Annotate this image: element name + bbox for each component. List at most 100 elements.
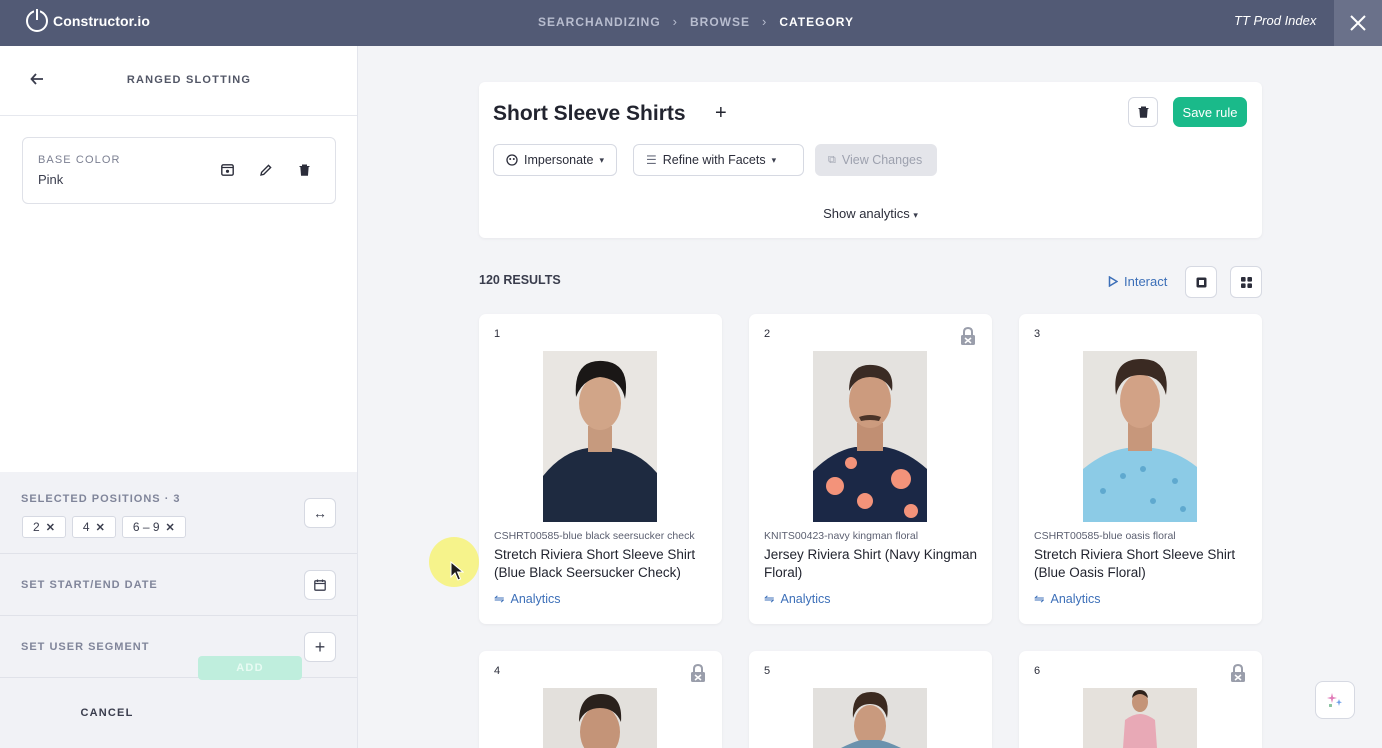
top-bar: Constructor.io SEARCHANDIZING › BROWSE ›… — [0, 0, 1382, 46]
impersonate-icon — [506, 154, 518, 166]
close-icon — [1350, 15, 1366, 31]
product-analytics-link[interactable]: ⇋ Analytics — [494, 591, 561, 607]
range-toggle-button[interactable]: ↔ — [304, 498, 336, 528]
remove-chip-icon[interactable]: ✕ — [46, 521, 55, 534]
logo-text: Constructor.io — [53, 13, 151, 29]
attribute-label: BASE COLOR — [38, 154, 121, 166]
remove-chip-icon[interactable]: ✕ — [166, 521, 175, 534]
play-icon — [1108, 276, 1118, 287]
refine-facets-label: Refine with Facets — [662, 153, 766, 167]
compact-view-button[interactable] — [1185, 266, 1217, 298]
preview-icon — [220, 164, 234, 176]
save-rule-button[interactable]: Save rule — [1173, 97, 1247, 127]
lock-icon — [961, 326, 975, 345]
compare-icon: ⧉ — [828, 153, 836, 166]
breadcrumb: SEARCHANDIZING › BROWSE › CATEGORY — [538, 14, 854, 29]
add-segment-button[interactable]: + — [304, 632, 336, 662]
grid-view-button[interactable] — [1230, 266, 1262, 298]
panel-title: RANGED SLOTTING — [126, 74, 252, 86]
power-logo-icon — [26, 9, 48, 32]
view-changes-label: View Changes — [841, 153, 923, 167]
user-segment-section: SET USER SEGMENT + — [0, 616, 357, 678]
assistant-fab-button[interactable] — [1315, 681, 1355, 719]
impersonate-label: Impersonate — [524, 153, 594, 167]
product-card[interactable]: 5 — [749, 651, 992, 748]
impersonate-dropdown[interactable]: Impersonate ▾ — [493, 144, 618, 176]
attribute-value: Pink — [38, 172, 64, 187]
view-changes-button[interactable]: ⧉ View Changes — [815, 144, 937, 176]
set-date-button[interactable] — [304, 570, 336, 600]
trash-icon — [1138, 106, 1148, 118]
product-card[interactable]: 2 KNITS00423-navy kingman floral Jersey … — [749, 314, 992, 624]
refine-facets-dropdown[interactable]: ☰ Refine with Facets ▾ — [633, 144, 804, 176]
product-card[interactable]: 3 CSHRT00585-blue oasis floral Stretch R… — [1019, 314, 1262, 624]
trash-icon — [299, 164, 309, 176]
ranged-slotting-panel: RANGED SLOTTING BASE COLOR Pink SELECTED… — [0, 46, 358, 748]
attribute-card: BASE COLOR Pink — [22, 137, 336, 204]
grid-icon — [1240, 276, 1252, 288]
logo: Constructor.io — [26, 9, 151, 32]
remove-chip-icon[interactable]: ✕ — [96, 521, 105, 534]
index-name[interactable]: TT Prod Index — [1234, 13, 1316, 28]
calendar-icon — [314, 579, 326, 591]
caret-down-icon: ▾ — [913, 210, 918, 220]
chevron-right-icon: › — [762, 14, 768, 29]
product-name: Stretch Riviera Short Sleeve Shirt (Blue… — [1034, 547, 1236, 580]
delete-rule-button[interactable] — [1128, 97, 1158, 127]
rule-card: Short Sleeve Shirts + Save rule Imperson… — [479, 82, 1262, 238]
analytics-icon: ⇋ — [764, 592, 775, 606]
chevron-down-icon: ▾ — [771, 154, 777, 165]
position-number: 5 — [764, 665, 771, 677]
product-card[interactable]: 4 — [479, 651, 722, 748]
product-sku: CSHRT00585-blue black seersucker check — [494, 530, 695, 542]
interact-button[interactable]: Interact — [1108, 274, 1167, 289]
product-analytics-link[interactable]: ⇋ Analytics — [1034, 591, 1101, 607]
selected-positions-section: SELECTED POSITIONS · 3 2 ✕ 4 ✕ 6 – 9 ✕ ↔ — [0, 472, 357, 554]
show-analytics-label: Show analytics — [823, 206, 910, 221]
show-analytics-toggle[interactable]: Show analytics ▾ — [479, 206, 1262, 221]
position-chip: 2 ✕ — [22, 516, 66, 538]
product-name: Jersey Riviera Shirt (Navy Kingman Flora… — [764, 547, 978, 580]
date-label: SET START/END DATE — [21, 579, 158, 591]
analytics-label: Analytics — [780, 591, 831, 606]
date-section: SET START/END DATE — [0, 554, 357, 616]
product-analytics-link[interactable]: ⇋ Analytics — [764, 591, 831, 607]
analytics-label: Analytics — [1050, 591, 1101, 606]
compact-view-icon — [1196, 277, 1206, 287]
breadcrumb-searchandizing[interactable]: SEARCHANDIZING — [538, 15, 661, 29]
product-card[interactable]: 1 CSHRT00585-blue black seersucker check… — [479, 314, 722, 624]
close-button[interactable] — [1334, 0, 1382, 46]
lock-icon — [691, 663, 705, 682]
sparkle-icon — [1327, 693, 1342, 707]
product-sku: KNITS00423-navy kingman floral — [764, 530, 919, 542]
product-card[interactable]: 6 — [1019, 651, 1262, 748]
position-number: 2 — [764, 328, 771, 340]
breadcrumb-browse[interactable]: BROWSE — [690, 15, 750, 29]
position-number: 6 — [1034, 665, 1041, 677]
rule-title: Short Sleeve Shirts — [493, 102, 686, 125]
product-image — [813, 351, 927, 522]
edit-button[interactable] — [256, 160, 276, 180]
selected-positions-count: 3 — [173, 493, 181, 505]
horizontal-arrows-icon: ↔ — [313, 505, 327, 521]
analytics-icon: ⇋ — [494, 592, 505, 606]
filter-icon: ☰ — [646, 153, 657, 167]
delete-attribute-button[interactable] — [294, 160, 314, 180]
results-count: 120 RESULTS — [479, 273, 561, 287]
preview-button[interactable] — [217, 160, 237, 180]
chevron-right-icon: › — [672, 14, 679, 29]
position-chips: 2 ✕ 4 ✕ 6 – 9 ✕ — [22, 516, 186, 538]
analytics-label: Analytics — [510, 591, 561, 606]
interact-label: Interact — [1124, 274, 1168, 289]
cancel-button[interactable]: CANCEL — [22, 707, 192, 719]
mouse-pointer-icon — [450, 561, 464, 581]
user-segment-label: SET USER SEGMENT — [21, 641, 150, 653]
position-chip: 4 ✕ — [71, 516, 116, 538]
add-button[interactable]: ADD — [198, 656, 302, 680]
panel-header: RANGED SLOTTING — [0, 46, 357, 116]
product-sku: CSHRT00585-blue oasis floral — [1034, 530, 1176, 542]
position-number: 1 — [494, 328, 501, 340]
plus-icon: + — [314, 636, 326, 657]
position-number: 3 — [1034, 328, 1041, 340]
add-to-title-button[interactable]: + — [715, 102, 727, 125]
